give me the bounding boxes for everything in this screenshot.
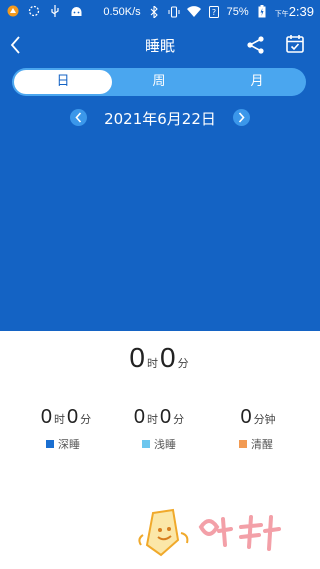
date-navigator: 2021年6月22日 <box>0 108 320 128</box>
share-icon <box>247 36 264 54</box>
awake-swatch <box>239 440 247 448</box>
app-header: 睡眠 <box>0 30 320 60</box>
vibrate-icon <box>167 5 181 19</box>
time-period: 下午 <box>274 10 289 18</box>
battery-percent: 75% <box>226 5 249 18</box>
bluetooth-icon <box>147 5 161 19</box>
deep-sleep-swatch <box>46 440 54 448</box>
light-sleep-minutes: 0 <box>160 406 172 428</box>
hours-unit: 时 <box>147 357 158 370</box>
wifi-icon <box>186 5 201 19</box>
page-title: 睡眠 <box>144 37 175 55</box>
next-date-button[interactable] <box>233 109 250 126</box>
total-hours: 0 <box>129 342 145 373</box>
minutes-unit: 分钟 <box>253 413 276 426</box>
loading-icon <box>27 4 41 18</box>
deep-sleep-minutes: 0 <box>67 406 79 428</box>
minutes-unit: 分 <box>177 357 189 370</box>
tab-week[interactable]: 周 <box>110 68 208 96</box>
network-speed: 0.50K/s <box>103 5 141 18</box>
deep-sleep-legend: 深睡 <box>46 436 80 452</box>
chevron-right-icon <box>238 112 245 123</box>
total-sleep: 0 时0 分 <box>0 342 320 374</box>
calendar-button[interactable] <box>284 33 306 55</box>
no-signal-icon: ? <box>207 5 221 19</box>
deep-sleep-label: 深睡 <box>58 438 80 451</box>
hours-unit: 时 <box>147 413 158 426</box>
calendar-icon <box>286 35 304 53</box>
period-tabs: 日 周 月 <box>12 68 306 96</box>
app-notification-icon <box>6 4 20 18</box>
clock-time: 2:39 <box>288 4 314 19</box>
total-minutes: 0 <box>160 342 176 373</box>
tab-month[interactable]: 月 <box>208 68 306 96</box>
deep-sleep-stat: 0时0分 <box>14 406 120 429</box>
awake-label: 清醒 <box>251 438 273 451</box>
svg-text:?: ? <box>212 8 216 17</box>
minutes-unit: 分 <box>80 413 92 426</box>
watermark-logo <box>133 505 303 565</box>
light-sleep-label: 浅睡 <box>154 438 176 451</box>
share-button[interactable] <box>245 34 267 56</box>
light-sleep-swatch <box>142 440 150 448</box>
awake-legend: 清醒 <box>239 436 273 452</box>
hours-unit: 时 <box>54 413 65 426</box>
android-icon <box>69 4 83 18</box>
awake-minutes: 0 <box>240 406 252 428</box>
deep-sleep-hours: 0 <box>40 406 52 428</box>
light-sleep-stat: 0时0分 <box>107 406 213 429</box>
tab-day[interactable]: 日 <box>14 70 112 94</box>
awake-stat: 0 分钟 <box>206 406 312 429</box>
battery-charging-icon <box>255 5 269 19</box>
minutes-unit: 分 <box>173 413 185 426</box>
light-sleep-hours: 0 <box>133 406 145 428</box>
current-date: 2021年6月22日 <box>104 110 216 128</box>
usb-icon <box>48 4 62 18</box>
status-bar: 0.50K/s ? 75% 下午2:39 <box>0 0 320 24</box>
light-sleep-legend: 浅睡 <box>142 436 176 452</box>
